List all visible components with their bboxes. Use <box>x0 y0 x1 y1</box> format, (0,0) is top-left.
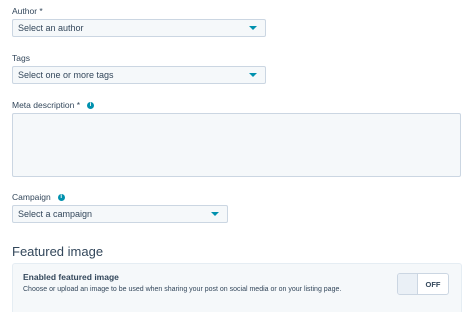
author-select-value: Select an author <box>18 23 84 33</box>
featured-image-card: Enabled featured image Choose or upload … <box>12 263 462 312</box>
campaign-label: Campaign i <box>12 192 65 202</box>
author-label-text: Author * <box>12 6 43 16</box>
tags-select-value: Select one or more tags <box>18 70 114 80</box>
featured-image-heading: Featured image <box>12 244 104 259</box>
tags-label-text: Tags <box>12 53 30 63</box>
campaign-select[interactable]: Select a campaign <box>12 205 228 223</box>
featured-image-toggle-description: Choose or upload an image to be used whe… <box>23 286 342 293</box>
info-icon[interactable]: i <box>87 101 95 109</box>
campaign-select-value: Select a campaign <box>18 209 93 219</box>
campaign-label-text: Campaign <box>12 192 51 202</box>
meta-description-label: Meta description * i <box>12 100 95 110</box>
meta-description-textarea[interactable] <box>12 113 461 177</box>
tags-label: Tags <box>12 53 30 63</box>
tags-select[interactable]: Select one or more tags <box>12 66 266 84</box>
toggle-knob <box>398 274 418 294</box>
featured-image-toggle[interactable]: OFF <box>397 273 449 295</box>
featured-image-toggle-title: Enabled featured image <box>23 272 119 282</box>
meta-description-label-text: Meta description * <box>12 100 81 110</box>
author-label: Author * <box>12 6 43 16</box>
info-icon[interactable]: i <box>57 193 65 201</box>
chevron-down-icon <box>249 73 257 77</box>
author-select[interactable]: Select an author <box>12 19 266 37</box>
toggle-state-label: OFF <box>425 279 441 289</box>
chevron-down-icon <box>249 26 257 30</box>
chevron-down-icon <box>211 212 219 216</box>
